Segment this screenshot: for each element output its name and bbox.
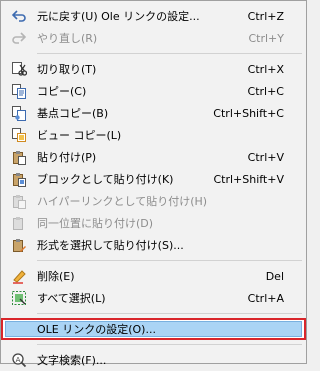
scissors-icon [1,58,37,80]
find-text-icon: A [1,349,37,371]
menu-item-paste-same-position[interactable]: 同一位置に貼り付け(D) [1,212,306,234]
menu-item-paste-block[interactable]: ブロックとして貼り付け(K) Ctrl+Shift+V [1,168,306,190]
menu-item-label: 文字検索(F)... [37,354,107,367]
menu-item-shortcut: Ctrl+Y [248,31,284,45]
menu-item-select-all[interactable]: すべて選択(L) Ctrl+A [1,287,306,309]
menu-item-shortcut: Ctrl+Z [247,9,284,23]
menu-item-redo[interactable]: やり直し(R) Ctrl+Y [1,27,306,49]
undo-icon [1,5,37,27]
menu-item-label: ビュー コピー(L) [37,129,122,142]
menu-item-label: やり直し(R) [37,32,98,45]
menu-item-shortcut: Del [265,269,284,283]
menu-item-paste[interactable]: 貼り付け(P) Ctrl+V [1,146,306,168]
menu-item-shortcut: Ctrl+C [247,84,284,98]
menu-item-find[interactable]: A 文字検索(F)... [1,349,306,371]
menu-item-delete[interactable]: 削除(E) Del [1,265,306,287]
eraser-icon [1,265,37,287]
menu-item-label: 削除(E) [37,270,75,283]
menu-separator [37,313,302,314]
menu-separator [37,53,302,54]
menu-item-copy[interactable]: コピー(C) Ctrl+C [1,80,306,102]
menu-item-label: 元に戻す(U) Ole リンクの設定... [37,10,200,23]
blank-icon-slot [1,318,37,340]
paste-special-icon [1,234,37,256]
menu-item-cut[interactable]: 切り取り(T) Ctrl+X [1,58,306,80]
view-copy-icon [1,124,37,146]
menu-item-label: 同一位置に貼り付け(D) [37,217,154,230]
menu-item-view-copy[interactable]: ビュー コピー(L) [1,124,306,146]
svg-text:A: A [16,356,21,364]
paste-same-position-icon [1,212,37,234]
menu-item-basepoint-copy[interactable]: 基点コピー(B) Ctrl+Shift+C [1,102,306,124]
menu-item-shortcut: Ctrl+V [247,150,284,164]
menu-item-label: 切り取り(T) [37,63,97,76]
menu-item-label: OLE リンクの設定(O)... [37,323,156,336]
menu-item-shortcut: Ctrl+Shift+C [213,106,284,120]
menu-item-label: 基点コピー(B) [37,107,109,120]
menu-item-ole-links[interactable]: OLE リンクの設定(O)... [1,318,306,340]
menu-item-label: ハイパーリンクとして貼り付け(H) [37,195,208,208]
menu-item-label: すべて選択(L) [37,292,106,305]
menu-item-shortcut: Ctrl+Shift+V [213,172,284,186]
menu-separator [37,260,302,261]
menu-item-label: コピー(C) [37,85,87,98]
paste-block-icon [1,168,37,190]
menu-item-label: 形式を選択して貼り付け(S)... [37,239,184,252]
redo-icon [1,27,37,49]
menu-separator [37,344,302,345]
menu-item-label: 貼り付け(P) [37,151,97,164]
paste-icon [1,146,37,168]
menu-item-shortcut: Ctrl+A [247,291,284,305]
menu-item-label: ブロックとして貼り付け(K) [37,173,174,186]
edit-context-menu: 元に戻す(U) Ole リンクの設定... Ctrl+Z やり直し(R) Ctr… [0,0,307,368]
copy-icon [1,80,37,102]
basepoint-copy-icon [1,102,37,124]
menu-item-undo[interactable]: 元に戻す(U) Ole リンクの設定... Ctrl+Z [1,5,306,27]
select-all-icon [1,287,37,309]
menu-item-paste-special[interactable]: 形式を選択して貼り付け(S)... [1,234,306,256]
menu-item-paste-hyperlink[interactable]: ハイパーリンクとして貼り付け(H) [1,190,306,212]
menu-item-shortcut: Ctrl+X [247,62,284,76]
paste-hyperlink-icon [1,190,37,212]
